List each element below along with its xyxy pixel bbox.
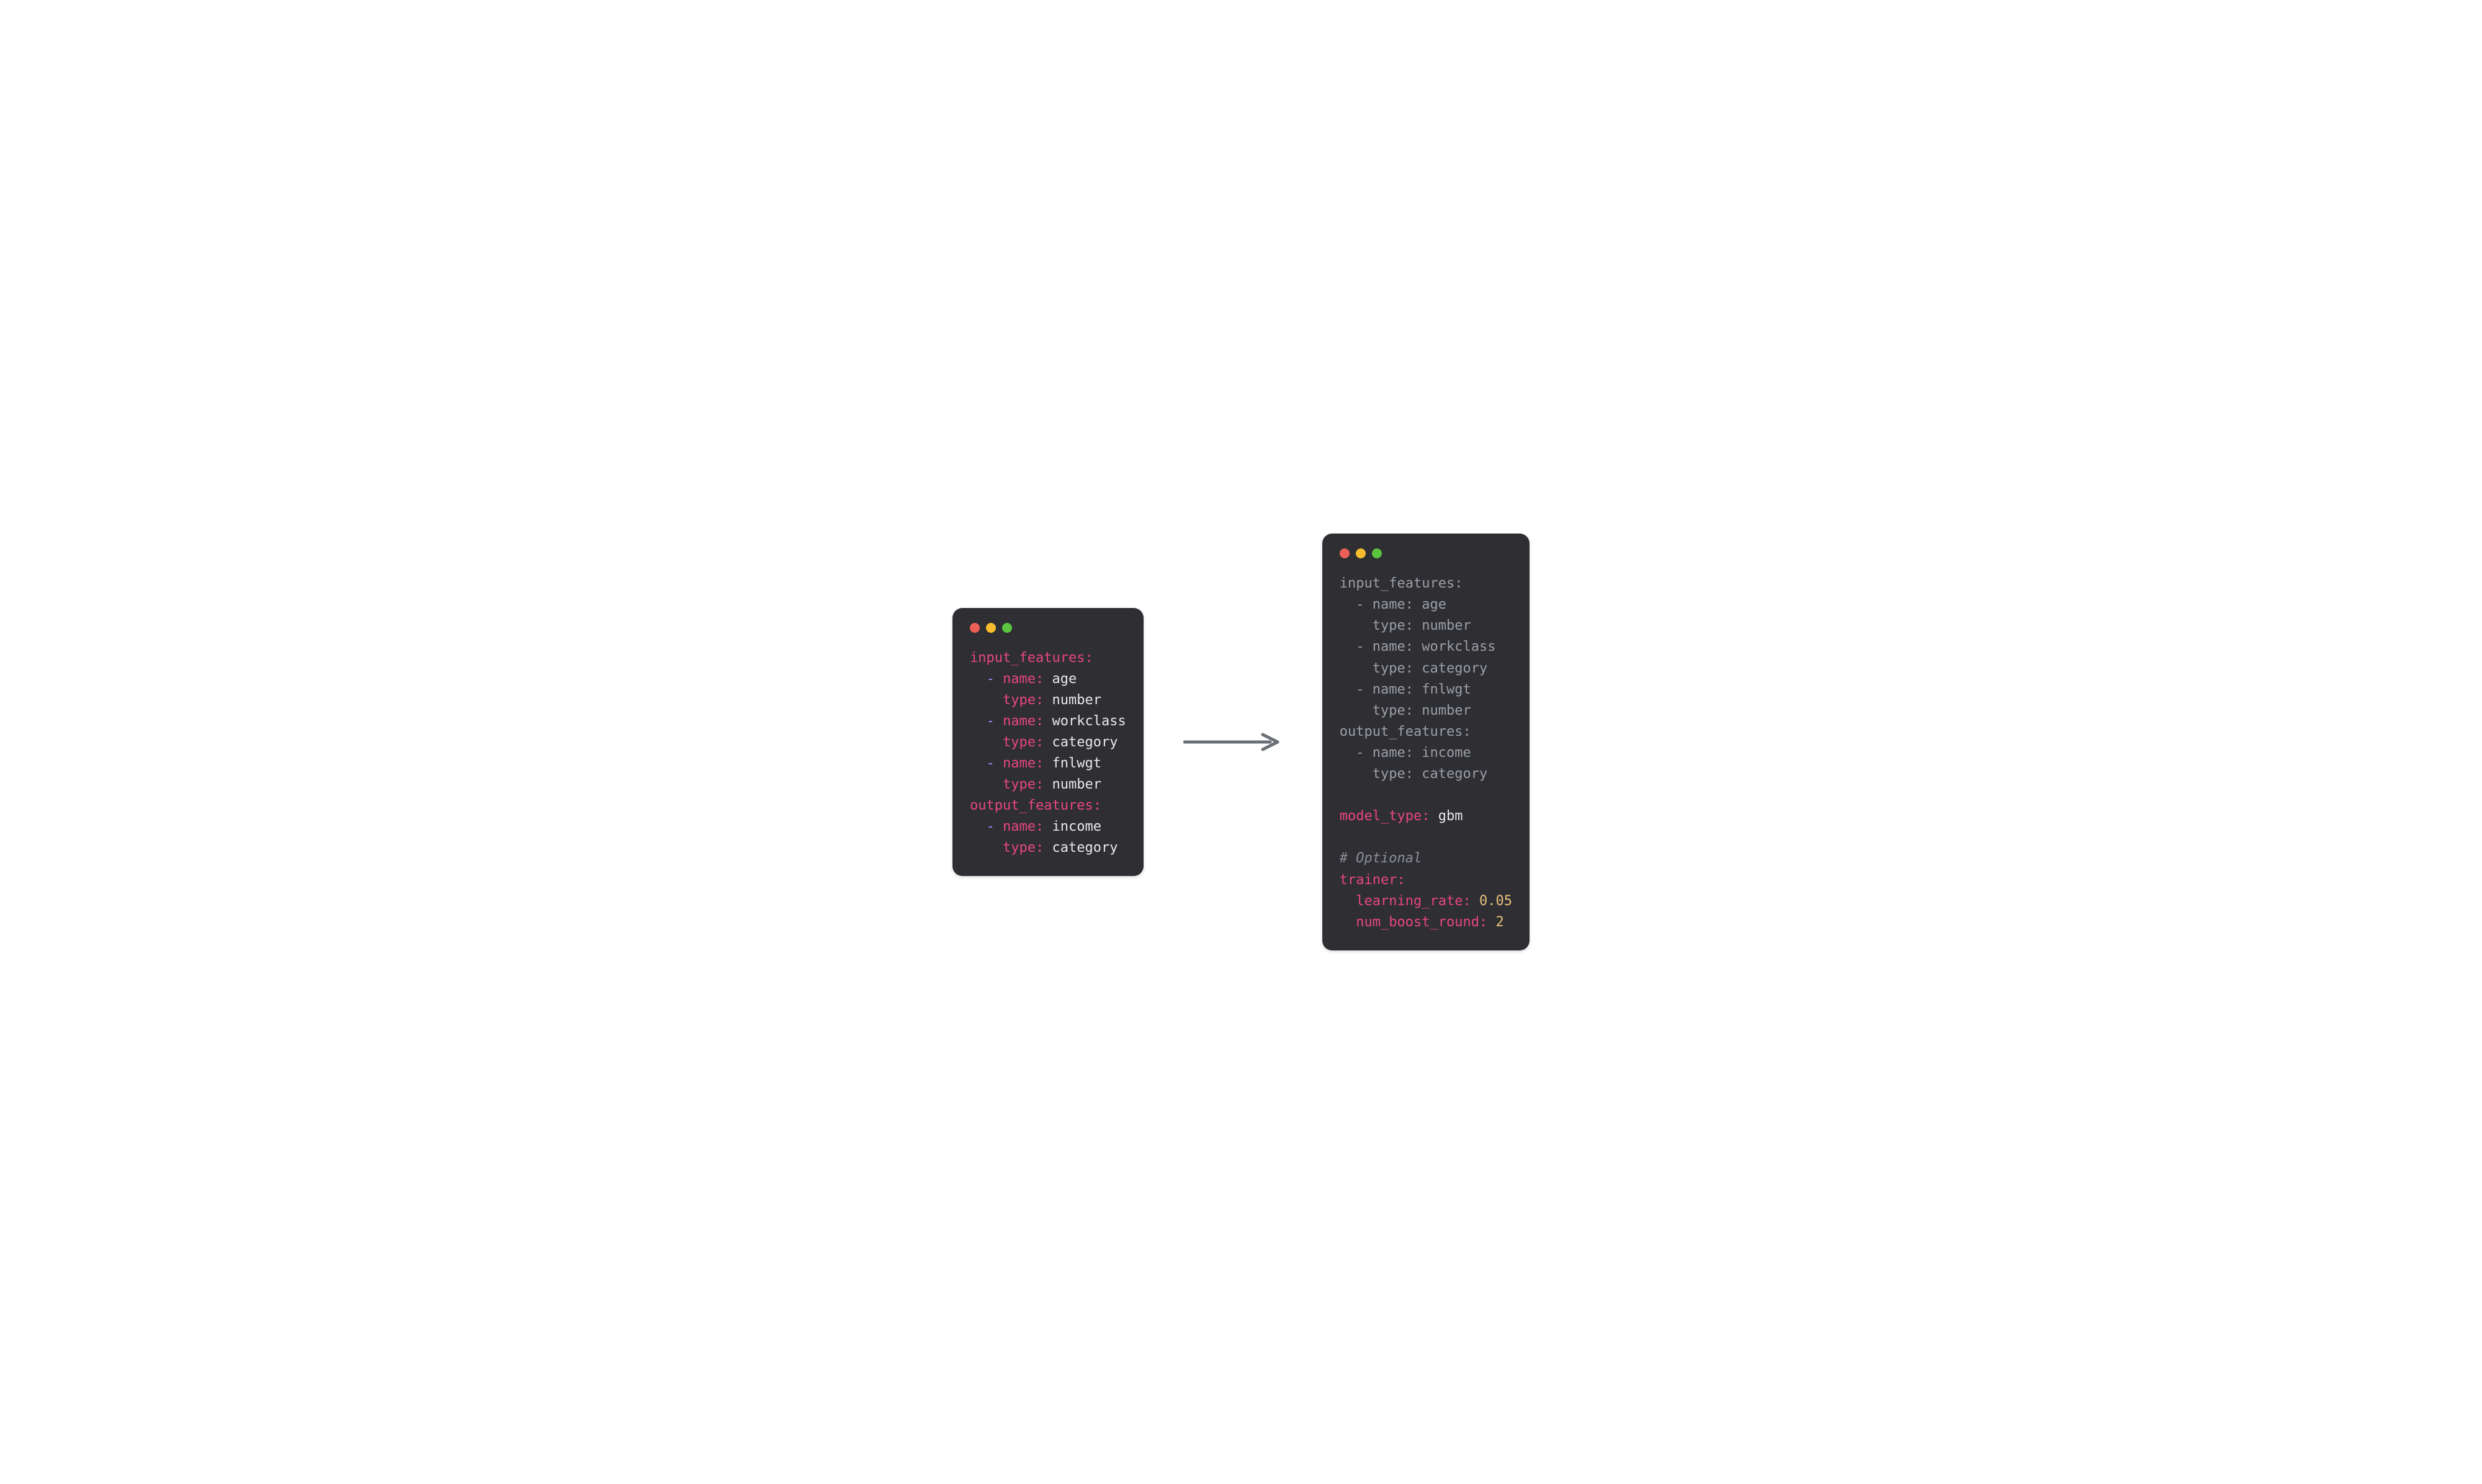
arrow-right-icon: [1183, 733, 1283, 751]
key-output-features: output_features: [970, 798, 1093, 813]
right-code-block: input_features: - name: age type: number…: [1340, 573, 1512, 933]
minimize-dot: [1356, 548, 1366, 558]
maximize-dot: [1372, 548, 1382, 558]
key-input-features: input_features: [970, 650, 1085, 666]
minimize-dot: [986, 623, 996, 633]
close-dot: [970, 623, 980, 633]
key-model-type: model_type: [1340, 808, 1422, 824]
key-trainer: trainer: [1340, 872, 1397, 888]
window-controls: [970, 623, 1126, 633]
maximize-dot: [1002, 623, 1012, 633]
right-code-window: input_features: - name: age type: number…: [1322, 534, 1530, 950]
left-code-window: input_features: - name: age type: number…: [952, 608, 1144, 877]
window-controls: [1340, 548, 1512, 558]
close-dot: [1340, 548, 1350, 558]
left-code-block: input_features: - name: age type: number…: [970, 648, 1126, 859]
comment-optional: # Optional: [1340, 851, 1422, 866]
config-diff-diagram: input_features: - name: age type: number…: [952, 534, 1530, 950]
